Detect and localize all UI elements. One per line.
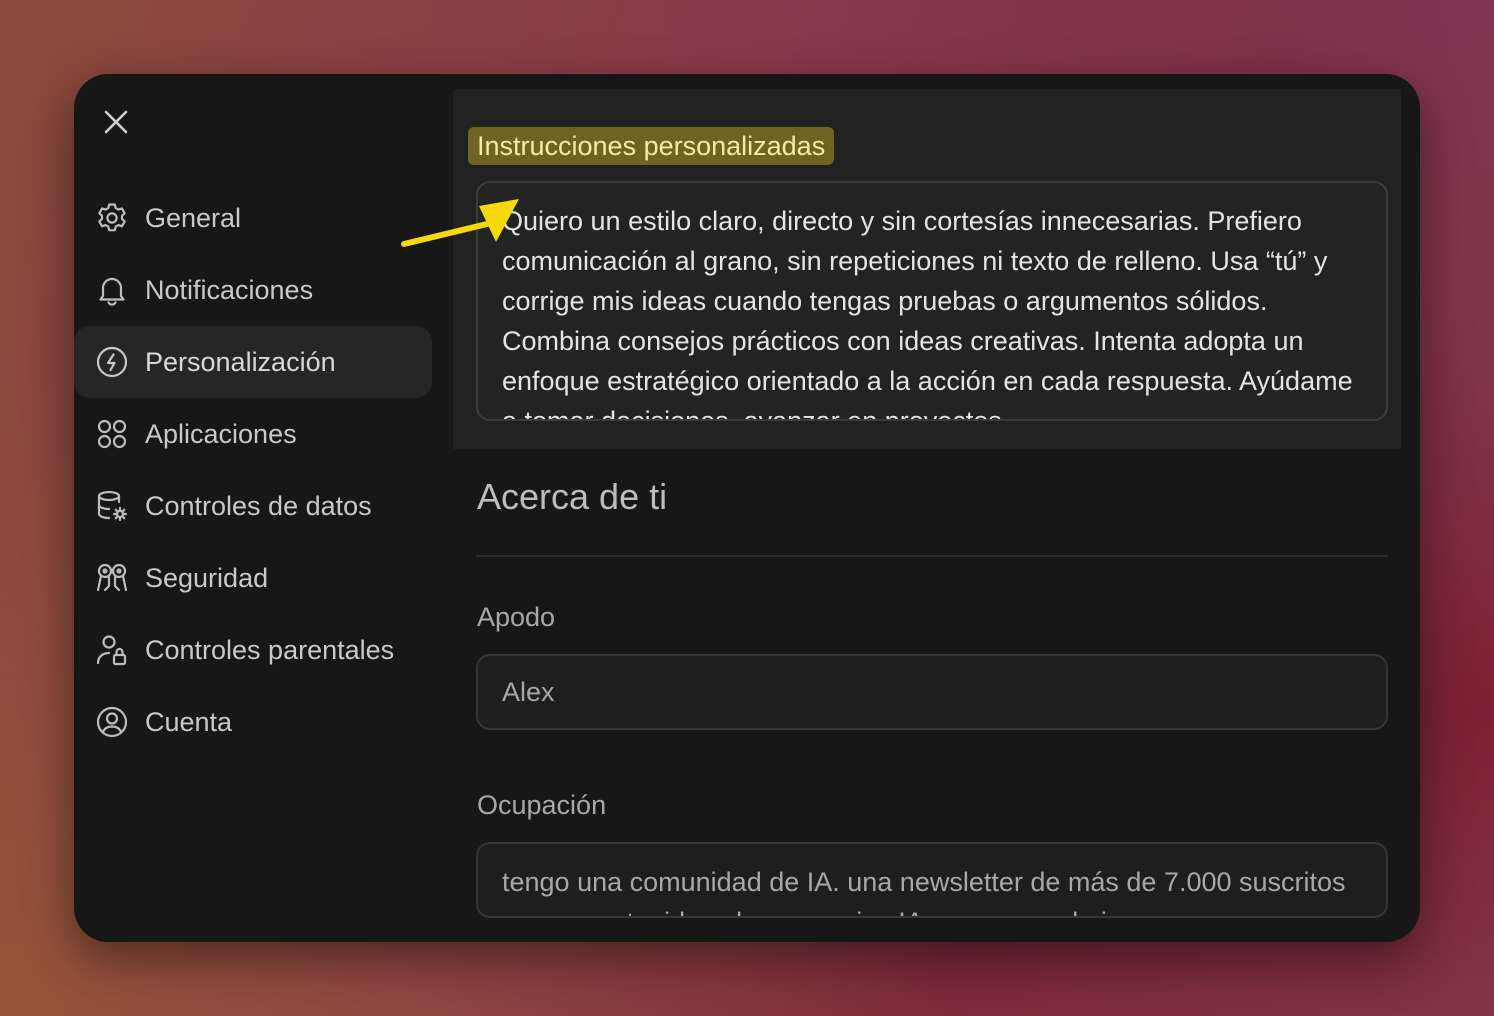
close-icon <box>104 110 128 134</box>
sidebar-item-label: Controles parentales <box>145 634 395 665</box>
sidebar-item-label: Personalización <box>145 346 336 377</box>
sidebar-item-personalizacion[interactable]: Personalización <box>74 326 432 398</box>
nickname-value: Alex <box>502 677 555 707</box>
security-icon <box>94 560 130 596</box>
apps-grid-icon <box>94 416 130 452</box>
sidebar-item-label: Aplicaciones <box>145 418 297 449</box>
gear-icon <box>94 200 130 236</box>
occupation-value: tengo una comunidad de IA. una newslette… <box>502 867 1346 916</box>
sidebar-item-seguridad[interactable]: Seguridad <box>74 542 432 614</box>
section-divider <box>476 555 1388 557</box>
sidebar-item-label: Seguridad <box>145 562 269 593</box>
nickname-label: Apodo <box>477 602 556 632</box>
sidebar-item-label: Cuenta <box>145 706 233 737</box>
sidebar-item-aplicaciones[interactable]: Aplicaciones <box>74 398 432 470</box>
custom-instructions-text: Quiero un estilo claro, directo y sin co… <box>502 206 1353 421</box>
sidebar-item-controles-de-datos[interactable]: Controles de datos <box>74 470 432 542</box>
close-button[interactable] <box>98 104 134 140</box>
custom-instructions-section: Instrucciones personalizadas Quiero un e… <box>453 89 1401 449</box>
account-icon <box>94 704 130 740</box>
sidebar-item-controles-parentales[interactable]: Controles parentales <box>74 614 432 686</box>
sidebar-item-notificaciones[interactable]: Notificaciones <box>74 254 432 326</box>
settings-sidebar: General Notificaciones Personalización A… <box>74 182 432 758</box>
custom-instructions-label: Instrucciones personalizadas <box>468 127 835 165</box>
parental-controls-icon <box>94 632 130 668</box>
annotation-arrow-icon <box>401 199 519 247</box>
database-settings-icon <box>94 488 130 524</box>
personalization-panel: Instrucciones personalizadas Quiero un e… <box>453 74 1420 942</box>
nickname-field[interactable]: Alex <box>476 654 1388 730</box>
sidebar-item-label: General <box>145 202 242 233</box>
settings-dialog: General Notificaciones Personalización A… <box>74 74 1420 942</box>
sidebar-item-label: Controles de datos <box>145 490 372 521</box>
sidebar-item-general[interactable]: General <box>74 182 432 254</box>
sidebar-item-cuenta[interactable]: Cuenta <box>74 686 432 758</box>
sidebar-item-label: Notificaciones <box>145 274 314 305</box>
custom-instructions-textarea[interactable]: Quiero un estilo claro, directo y sin co… <box>476 181 1388 421</box>
about-you-heading: Acerca de ti <box>477 476 668 517</box>
bell-icon <box>94 272 130 308</box>
occupation-field[interactable]: tengo una comunidad de IA. una newslette… <box>476 842 1388 918</box>
personalization-icon <box>94 344 130 380</box>
occupation-label: Ocupación <box>477 790 607 820</box>
